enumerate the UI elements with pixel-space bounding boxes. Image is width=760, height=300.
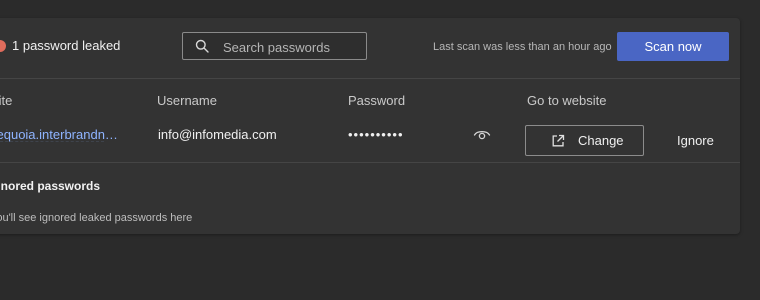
search-box[interactable] [182,32,367,60]
change-label: Change [578,133,624,148]
column-header-go-to-website: Go to website [527,93,607,108]
warning-icon [0,40,6,52]
search-icon [195,39,209,53]
ignored-passwords-heading: Ignored passwords [0,179,101,193]
column-header-site: Site [0,93,13,108]
column-header-username: Username [157,93,217,108]
leak-count: 1 password leaked [12,38,121,53]
search-input[interactable] [221,37,365,57]
column-header-password: Password [348,93,406,108]
scan-status: Last scan was less than an hour ago [433,41,612,53]
scan-now-button[interactable]: Scan now [617,32,729,61]
username-cell: info@infomedia.com [158,127,277,142]
eye-icon[interactable] [473,128,491,142]
password-cell: •••••••••• [348,127,404,142]
external-link-icon [552,134,565,147]
leak-header: 1 password leaked Last scan was less tha… [0,18,740,78]
site-link[interactable]: sequoia.interbrandnet.com [0,127,125,142]
leaked-passwords-panel: 1 password leaked Last scan was less tha… [0,18,740,234]
ignored-empty-text: You'll see ignored leaked passwords here [0,212,193,224]
ignore-button[interactable]: Ignore [677,133,714,148]
divider [0,162,740,163]
change-button[interactable]: Change [525,125,644,156]
divider [0,78,740,79]
